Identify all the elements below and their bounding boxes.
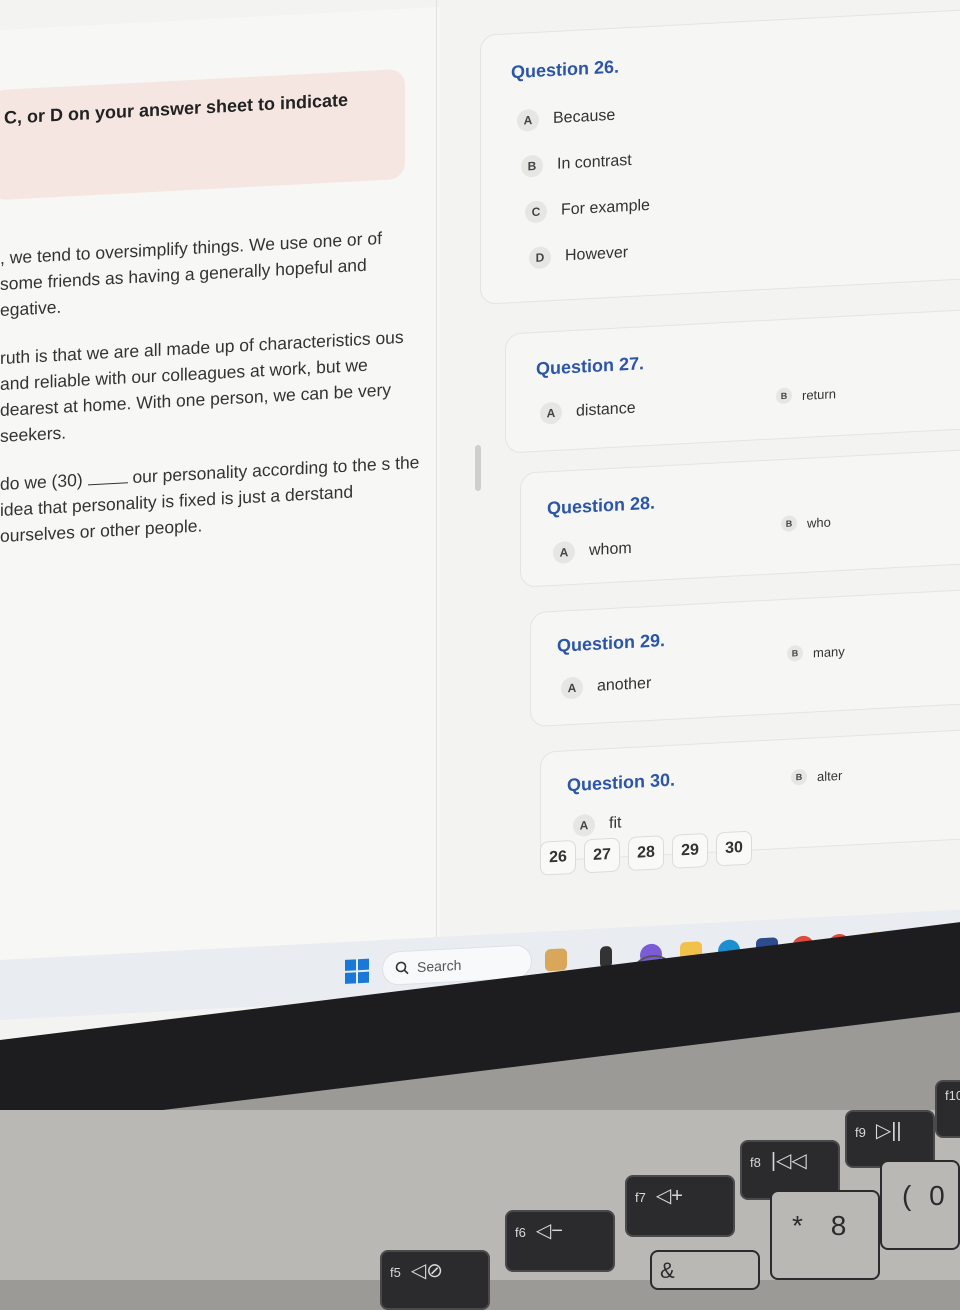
option-letter: A [553, 540, 575, 565]
option-26-c[interactable]: C For example [525, 195, 650, 224]
option-letter: D [529, 246, 551, 270]
laptop-keyboard: f5 ◁⊘ f6 ◁− f7 ◁+ f8 |◁◁ f9 ▷|| f10 & * 8 ( 0 [0, 1080, 960, 1310]
option-text: who [807, 513, 831, 531]
question-card-27: Question 27. A distance B return [505, 308, 960, 454]
key-9[interactable]: ( 0 [880, 1160, 960, 1250]
option-letter: B [776, 387, 792, 405]
instruction-text: C, or D on your answer sheet to indicate [4, 89, 349, 128]
nav-question-29[interactable]: 29 [672, 832, 708, 869]
question-card-29: Question 29. A another B many [530, 588, 960, 728]
option-26-a[interactable]: A Because [517, 105, 615, 132]
nav-question-30[interactable]: 30 [716, 830, 752, 867]
option-letter: B [521, 154, 543, 178]
option-letter: B [791, 768, 807, 786]
key-symbol: & [660, 1258, 675, 1283]
option-27-b[interactable]: B return [776, 385, 836, 405]
passage-p3-after: our personality according to the s the i… [0, 452, 420, 546]
question-title-28: Question 28. [547, 492, 656, 519]
passage-paragraph-1: , we tend to oversimplify things. We use… [0, 227, 382, 320]
option-text: alter [817, 767, 843, 784]
key-label: f6 [515, 1225, 526, 1240]
nav-question-27[interactable]: 27 [584, 837, 620, 874]
scroll-handle[interactable] [475, 444, 481, 492]
key-number: 0 [929, 1180, 945, 1211]
key-label: f7 [635, 1190, 646, 1205]
question-title-26: Question 26. [511, 56, 620, 83]
option-text: For example [561, 196, 650, 219]
key-label: f10 [945, 1088, 960, 1103]
key-f10[interactable]: f10 [935, 1080, 960, 1138]
question-card-28: Question 28. A whom B who [520, 448, 960, 588]
pane-divider [436, 0, 437, 998]
passage-pane: C, or D on your answer sheet to indicate… [0, 6, 440, 981]
key-8[interactable]: * 8 [770, 1190, 880, 1280]
option-text: another [597, 674, 652, 695]
nav-question-28[interactable]: 28 [628, 835, 664, 872]
option-27-a[interactable]: A distance [540, 398, 636, 425]
reading-passage: , we tend to oversimplify things. We use… [0, 223, 425, 571]
key-symbol: * [792, 1210, 803, 1241]
option-text: fit [609, 814, 622, 833]
option-26-b[interactable]: B In contrast [521, 150, 632, 178]
key-label: f5 [390, 1265, 401, 1280]
option-26-d[interactable]: D However [529, 242, 629, 270]
volume-up-icon: ◁+ [655, 1185, 683, 1207]
option-text: However [565, 244, 629, 265]
option-text: Because [553, 106, 616, 128]
option-text: many [813, 643, 845, 660]
option-29-b[interactable]: B many [787, 643, 845, 662]
key-label: f9 [855, 1125, 866, 1140]
question-title-29: Question 29. [557, 630, 666, 656]
key-symbol: ( [902, 1180, 912, 1211]
option-letter: A [517, 108, 539, 132]
previous-track-icon: |◁◁ [770, 1150, 807, 1172]
question-title-27: Question 27. [536, 353, 645, 379]
key-number: 8 [830, 1210, 847, 1241]
play-pause-icon: ▷|| [875, 1120, 902, 1142]
option-letter: B [787, 644, 803, 662]
question-title-30: Question 30. [567, 769, 676, 796]
search-icon [395, 961, 409, 975]
key-7[interactable]: & [650, 1250, 760, 1290]
option-letter: A [561, 676, 583, 700]
option-28-b[interactable]: B who [781, 513, 831, 533]
option-29-a[interactable]: A another [561, 673, 651, 700]
key-label: f8 [750, 1155, 761, 1170]
option-text: return [802, 385, 836, 403]
passage-paragraph-2: ruth is that we are all made up of chara… [0, 326, 404, 446]
passage-paragraph-3: do we (30) our personality according to … [0, 449, 425, 549]
option-letter: C [525, 200, 547, 224]
option-letter: A [540, 401, 562, 425]
search-label: Search [417, 956, 462, 976]
nav-question-26[interactable]: 26 [540, 839, 576, 876]
question-card-26: Question 26. A Because B In contrast C F… [480, 8, 960, 305]
option-28-a[interactable]: A whom [553, 538, 632, 565]
option-letter: B [781, 515, 797, 533]
key-f6[interactable]: f6 ◁− [505, 1210, 615, 1272]
blank-30 [87, 482, 128, 486]
key-f7[interactable]: f7 ◁+ [625, 1175, 735, 1237]
option-text: In contrast [557, 151, 632, 173]
key-f5[interactable]: f5 ◁⊘ [380, 1250, 490, 1310]
option-30-b[interactable]: B alter [791, 767, 842, 786]
option-text: whom [589, 539, 632, 560]
option-30-a[interactable]: A fit [573, 812, 621, 837]
passage-p3-before: do we (30) [0, 469, 83, 494]
weather-icon[interactable] [545, 948, 567, 972]
volume-down-icon: ◁− [535, 1220, 563, 1242]
option-letter: A [573, 813, 595, 837]
option-text: distance [576, 399, 636, 420]
windows-start-icon[interactable] [345, 958, 369, 984]
laptop-screen: C, or D on your answer sheet to indicate… [0, 0, 960, 1061]
mute-icon: ◁⊘ [410, 1260, 443, 1282]
instruction-banner: C, or D on your answer sheet to indicate [0, 68, 405, 201]
